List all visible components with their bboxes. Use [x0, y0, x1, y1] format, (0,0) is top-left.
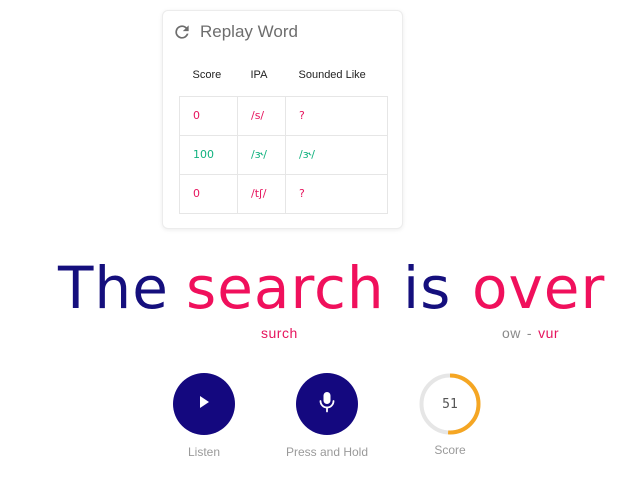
refresh-icon [172, 22, 192, 42]
hint-over-wrong-segment: vur [538, 325, 560, 341]
hint-over-separator: - [526, 325, 533, 341]
phoneme-table: Score IPA Sounded Like 0 /s/ ? 100 /ɝ/ /… [179, 69, 388, 214]
column-header-ipa: IPA [250, 69, 268, 81]
microphone-icon [317, 391, 337, 418]
listen-control: Listen [149, 373, 259, 459]
table-row: 100 /ɝ/ /ɝ/ [179, 134, 388, 175]
table-row: 0 /tʃ/ ? [179, 173, 388, 214]
score-cell: 0 [179, 95, 238, 136]
column-header-sounded-like: Sounded Like [298, 69, 366, 81]
column-header-score: Score [192, 69, 222, 81]
practice-screen: Replay Word Score IPA Sounded Like 0 /s/… [0, 0, 641, 492]
sounded-like-cell: /ɝ/ [285, 134, 388, 175]
press-and-hold-label: Press and Hold [285, 445, 369, 459]
word-search[interactable]: search [186, 248, 385, 328]
play-icon [195, 393, 213, 416]
ipa-cell: /s/ [237, 95, 286, 136]
score-cell: 100 [179, 134, 238, 175]
sounded-like-cell: ? [285, 95, 388, 136]
word-over[interactable]: over [472, 248, 605, 328]
hint-over: ow - vur [502, 325, 559, 341]
listen-button[interactable] [173, 373, 235, 435]
word-the[interactable]: The [58, 248, 169, 328]
practice-sentence: The search is over [0, 248, 641, 328]
hint-over-correct-segment: ow [502, 325, 521, 341]
word-is[interactable]: is [403, 248, 451, 328]
score-gauge: 51 [419, 373, 481, 435]
record-control: Press and Hold [272, 373, 382, 459]
replay-card: Replay Word Score IPA Sounded Like 0 /s/… [162, 10, 403, 229]
score-value: 51 [442, 396, 458, 412]
replay-word-button[interactable]: Replay Word [172, 20, 298, 44]
sounded-like-cell: ? [285, 173, 388, 214]
replay-word-label: Replay Word [200, 22, 298, 41]
score-control: 51 Score [395, 373, 505, 457]
press-and-hold-button[interactable] [296, 373, 358, 435]
listen-label: Listen [187, 445, 221, 459]
hint-search: surch [261, 325, 298, 341]
ipa-cell: /tʃ/ [237, 173, 286, 214]
score-label: Score [434, 443, 466, 457]
score-cell: 0 [179, 173, 238, 214]
table-row: 0 /s/ ? [179, 95, 388, 136]
ipa-cell: /ɝ/ [237, 134, 286, 175]
table-header-row: Score IPA Sounded Like [180, 69, 388, 96]
